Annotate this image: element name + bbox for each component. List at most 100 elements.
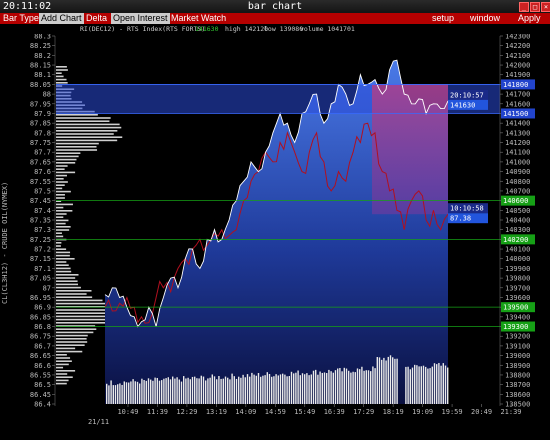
volume-bar	[310, 374, 312, 404]
volume-bar	[290, 371, 293, 404]
volume-bar	[396, 358, 398, 404]
open-interest-menu[interactable]: Open Interest	[111, 13, 170, 24]
profile-bar	[56, 248, 67, 250]
profile-bar	[56, 120, 110, 122]
time-tick-label: 19:09	[412, 408, 433, 416]
volume-bar	[213, 376, 216, 404]
left-axis: 88.388.25 88.2 88.1588.1 88.05 8887.95 87.9 87…	[30, 34, 56, 409]
volume-bar	[121, 384, 123, 404]
left-tick-label: 87.45	[30, 197, 51, 205]
profile-bar	[56, 139, 118, 142]
volume-bar	[167, 377, 169, 404]
profile-bar	[56, 350, 83, 353]
right-tick-label: 142300	[505, 34, 530, 41]
add-chart-menu[interactable]: Add Chart	[39, 13, 84, 24]
apply-button[interactable]: Apply	[518, 13, 541, 24]
volume-bar	[222, 378, 224, 404]
volume-bar	[306, 373, 308, 404]
volume-bar	[136, 381, 139, 404]
right-tick-label: 139400	[505, 313, 530, 321]
volume-bar	[361, 366, 363, 404]
profile-bar	[56, 331, 94, 334]
volume-bar	[389, 355, 392, 404]
profile-bar	[56, 363, 69, 366]
volume-bar	[147, 378, 150, 404]
profile-bar	[56, 366, 64, 369]
right-tick-label: 141400	[505, 120, 530, 128]
volume-bar	[246, 374, 249, 404]
profile-bar	[56, 178, 64, 180]
profile-bar	[56, 78, 67, 81]
time-tick-label: 13:19	[206, 408, 227, 416]
time-tick-label: 12:29	[176, 408, 197, 416]
time-tick-label: 10:49	[117, 408, 138, 416]
setup-menu[interactable]: setup	[432, 13, 454, 24]
volume-bar	[409, 369, 411, 404]
profile-bar	[56, 338, 87, 340]
volume-bar	[161, 380, 163, 404]
bar-type-menu[interactable]: Bar Type	[3, 13, 39, 24]
profile-bar	[56, 187, 63, 190]
volume-bar	[295, 372, 297, 404]
volume-bar	[383, 357, 385, 404]
market-watch-menu[interactable]: Market Watch	[171, 13, 226, 24]
profile-bar	[56, 258, 75, 260]
volume-bar	[422, 365, 425, 404]
volume-bar	[352, 371, 354, 404]
volume-bar	[405, 366, 407, 404]
profile-bar	[56, 261, 67, 263]
volume-bar	[416, 365, 418, 404]
price-chart[interactable]: 88.388.25 88.2 88.1588.1 88.05 8887.95 87.9 87…	[0, 34, 550, 440]
minimize-button[interactable]: _	[519, 2, 529, 12]
volume-bar	[200, 375, 202, 404]
right-tick-label: 140000	[505, 255, 530, 263]
volume-bar	[132, 379, 134, 404]
window-menu[interactable]: window	[470, 13, 500, 24]
left-tick-label: 86.6	[34, 362, 51, 370]
profile-bar	[56, 123, 120, 126]
right-tick-label: 141600	[505, 100, 530, 108]
volume-bar	[348, 370, 350, 404]
volume-bar	[392, 357, 394, 404]
green-level-tag: 140600	[503, 197, 528, 205]
maximize-button[interactable]: □	[530, 2, 540, 12]
volume-bar	[176, 377, 178, 404]
profile-bar	[56, 373, 68, 375]
volume-bar	[321, 372, 323, 404]
profile-bar	[56, 254, 70, 257]
volume-bar	[345, 368, 348, 404]
profile-bar	[56, 69, 68, 71]
right-tick-label: 140100	[505, 246, 530, 254]
profile-bar	[56, 245, 61, 247]
volume-bar	[334, 370, 337, 404]
time-tick-label: 21:39	[500, 408, 521, 416]
volume-bar	[123, 381, 125, 404]
right-tick-label: 140700	[505, 187, 530, 195]
left-tick-label: 87.25	[30, 236, 51, 244]
left-tick-label: 87.1	[34, 265, 51, 273]
volume-bar	[183, 376, 185, 404]
volume-bar	[220, 378, 222, 404]
volume-bar	[106, 383, 108, 404]
volume-bar	[279, 374, 282, 404]
left-tick-label: 86.65	[30, 352, 51, 360]
left-tick-label: 88.1	[34, 71, 51, 79]
profile-bar	[56, 229, 70, 231]
right-tick-label: 139600	[505, 294, 530, 302]
delta-menu[interactable]: Delta	[86, 13, 107, 24]
left-tick-label: 88.25	[30, 42, 51, 50]
volume-bar	[198, 378, 200, 404]
left-tick-label: 86.55	[30, 371, 51, 379]
volume-bar	[207, 378, 209, 404]
left-tick-label: 87.2	[34, 246, 51, 254]
title-bar: 20:11:02 bar chart _ □ ×	[0, 0, 550, 14]
profile-bar	[56, 136, 123, 138]
right-tick-label: 141000	[505, 158, 530, 166]
volume-bar	[174, 378, 176, 404]
green-level-tag: 139500	[503, 304, 528, 312]
close-button[interactable]: ×	[541, 2, 550, 12]
right-tick-label: 138900	[505, 362, 530, 370]
left-tick-label: 88.05	[30, 81, 51, 89]
profile-bar	[56, 152, 81, 154]
volume-bar	[264, 375, 266, 404]
